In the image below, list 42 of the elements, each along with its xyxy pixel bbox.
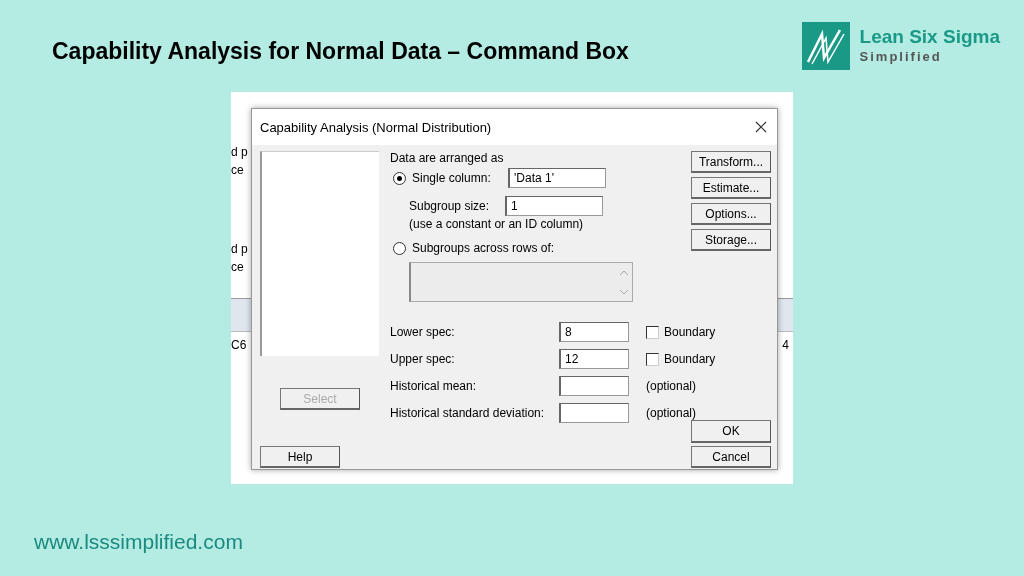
ok-button[interactable]: OK (691, 420, 771, 443)
sheet-text: d p (231, 145, 248, 159)
sheet-text: ce (231, 260, 244, 274)
field-label: Lower spec: (390, 325, 455, 339)
checkbox[interactable] (646, 352, 659, 366)
checkbox-label: Boundary (664, 325, 716, 339)
window-title: Capability Analysis (Normal Distribution) (260, 119, 492, 135)
radio-label: Single column: (412, 171, 492, 185)
input-field[interactable] (559, 376, 629, 396)
radio-label: Subgroups across rows of: (412, 241, 555, 255)
slide-title: Capability Analysis for Normal Data – Command Box (52, 38, 629, 65)
sheet-text: d p (231, 242, 248, 256)
logo-name: Lean Six Sigma (859, 26, 1000, 48)
radio-button[interactable] (393, 241, 406, 255)
sheet-text: C6 (231, 338, 247, 352)
sheet-text: 4 (782, 338, 789, 352)
hint-text: (use a constant or an ID column) (409, 217, 584, 231)
field-label: Historical standard deviation: (390, 406, 545, 420)
dialog-button[interactable]: Transform... (691, 151, 771, 173)
input-field[interactable]: 1 (505, 196, 603, 216)
input-field[interactable] (559, 403, 629, 423)
optional-note: (optional) (645, 379, 697, 393)
optional-note: (optional) (645, 406, 697, 420)
input-field[interactable]: 8 (559, 322, 629, 342)
input-field[interactable]: 12 (559, 349, 629, 369)
dialog-button[interactable]: Storage... (691, 229, 771, 251)
field-label: Subgroup size: (409, 199, 491, 213)
close-icon[interactable] (755, 121, 767, 133)
cancel-button[interactable]: Cancel (691, 446, 771, 468)
input-field[interactable]: 'Data 1' (508, 168, 606, 188)
logo-icon (801, 22, 850, 70)
help-button[interactable]: Help (260, 446, 340, 468)
section-label: Data are arranged as (390, 151, 505, 165)
radio-button[interactable] (393, 171, 406, 185)
checkbox-label: Boundary (664, 352, 716, 366)
dialog-button[interactable]: Estimate... (691, 177, 771, 199)
dialog-button[interactable]: Options... (691, 203, 771, 225)
sheet-text: ce (231, 163, 244, 177)
field-label: Upper spec: (390, 352, 455, 366)
logo-tagline: Simplified (859, 48, 943, 66)
field-label: Historical mean: (390, 379, 477, 393)
checkbox[interactable] (646, 325, 659, 339)
